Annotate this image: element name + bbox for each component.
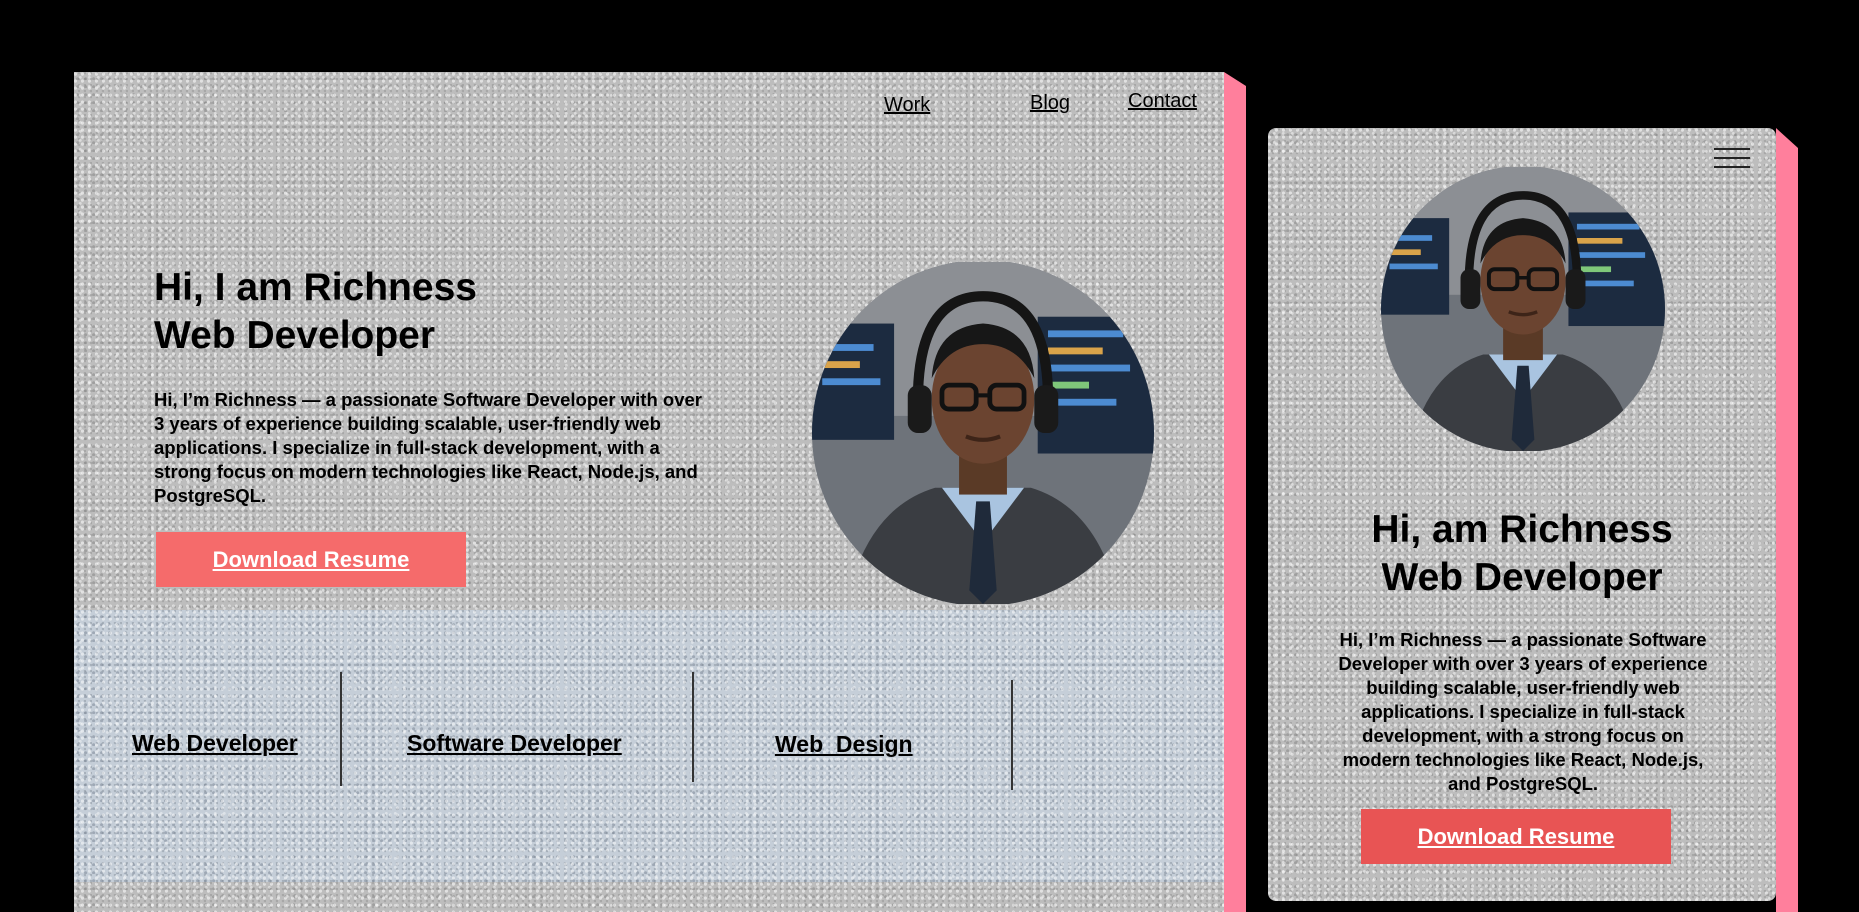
- desktop-frame-shadow: [1224, 72, 1246, 912]
- skill-software-developer[interactable]: Software Developer: [407, 730, 622, 757]
- nav-link-blog[interactable]: Blog: [1030, 92, 1070, 115]
- intro-paragraph: Hi, I’m Richness — a passionate Software…: [1338, 629, 1708, 794]
- skill-divider: [340, 672, 342, 786]
- next-section: [74, 882, 1224, 912]
- desktop-preview: Work Blog Contact Hi, I am Richness Web …: [74, 72, 1224, 912]
- nav-link-contact[interactable]: Contact: [1128, 90, 1197, 113]
- avatar: [812, 260, 1154, 606]
- page-title: Hi, I am Richness Web Developer: [154, 264, 477, 360]
- skill-divider: [692, 672, 694, 782]
- mobile-frame-shadow: [1776, 128, 1798, 912]
- skill-web-developer[interactable]: Web Developer: [132, 730, 298, 757]
- avatar: [1381, 166, 1665, 452]
- skill-divider: [1011, 680, 1013, 790]
- profile-photo: [812, 260, 1154, 606]
- title-line-name: Hi, am Richness: [1371, 508, 1673, 551]
- intro-paragraph: Hi, I’m Richness — a passionate Software…: [154, 389, 702, 506]
- title-line-role: Web Developer: [1381, 556, 1663, 599]
- skill-web-design[interactable]: Web Design: [775, 731, 913, 758]
- title-line-role: Web Developer: [154, 314, 436, 357]
- hamburger-menu-icon[interactable]: [1714, 148, 1750, 170]
- mobile-preview: Hi, am Richness Web Developer Hi, I’m Ri…: [1268, 128, 1776, 901]
- download-resume-button[interactable]: Download Resume: [1361, 809, 1671, 864]
- page-title: Hi, am Richness Web Developer: [1268, 506, 1776, 602]
- profile-photo: [1381, 166, 1665, 452]
- title-line-name: Hi, I am Richness: [154, 266, 477, 309]
- download-resume-button[interactable]: Download Resume: [156, 532, 466, 587]
- nav-link-work[interactable]: Work: [884, 94, 930, 117]
